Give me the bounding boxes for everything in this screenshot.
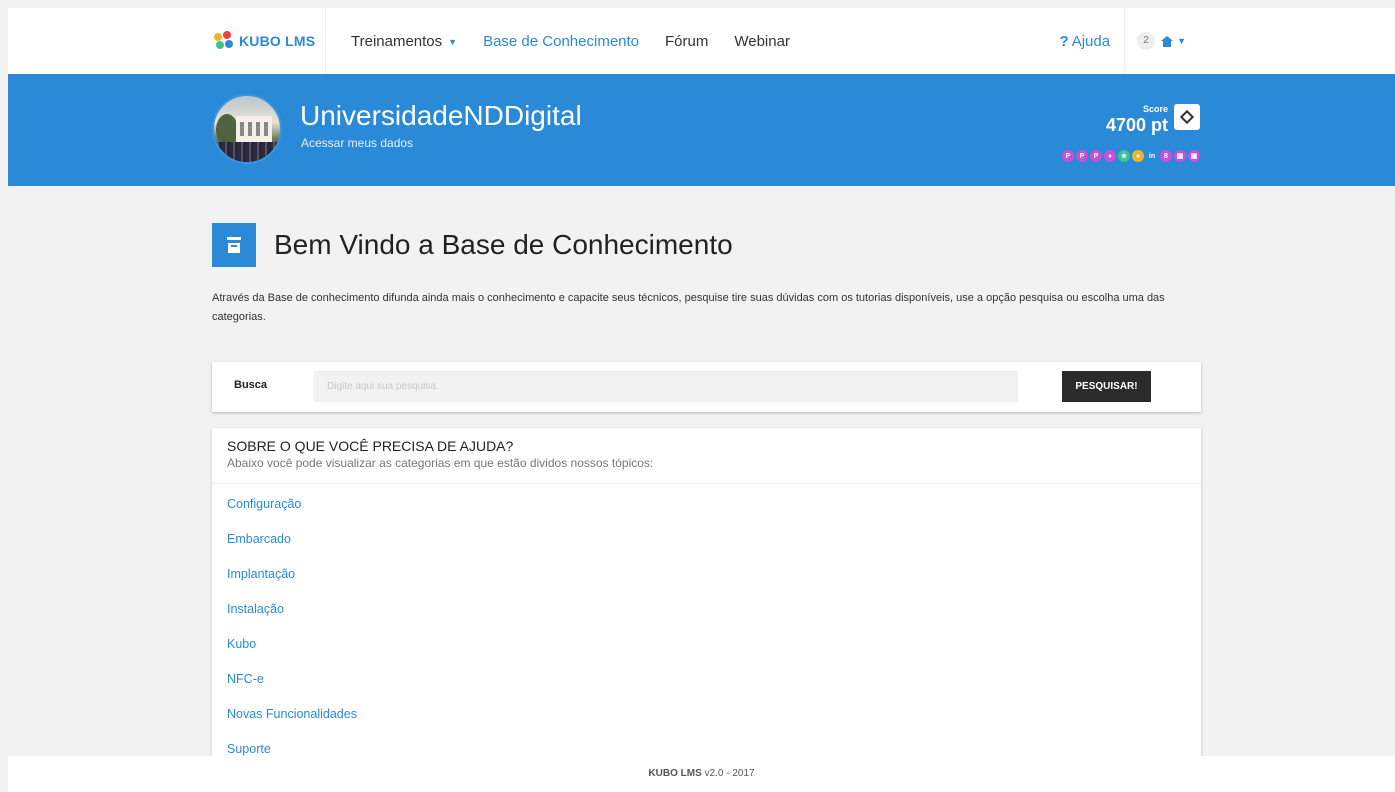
brand-name: KUBO LMS xyxy=(239,33,316,49)
medal-icon[interactable]: P xyxy=(1062,150,1074,162)
navbar-container: KUBO LMS Treinamentos ▼ Base de Conhecime… xyxy=(204,8,1200,74)
category-link[interactable]: Implantação xyxy=(227,562,1186,597)
profile-name: UniversidadeNDDigital xyxy=(300,100,582,131)
page-footer: KUBO LMS v2.0 - 2017 xyxy=(8,756,1395,792)
search-input[interactable] xyxy=(314,371,1018,402)
brand-logo[interactable]: KUBO LMS xyxy=(204,8,326,74)
page-header: Bem Vindo a Base de Conhecimento xyxy=(212,223,733,267)
kubo-logo-icon xyxy=(214,31,234,51)
category-link[interactable]: Configuração xyxy=(227,492,1186,527)
main-nav: Treinamentos ▼ Base de Conhecimento Fórum… xyxy=(351,8,816,74)
diamond-icon[interactable] xyxy=(1174,104,1200,130)
my-data-link[interactable]: Acessar meus dados xyxy=(301,136,413,150)
page-title: Bem Vindo a Base de Conhecimento xyxy=(274,229,733,260)
categories-subtitle: Abaixo você pode visualizar as categoria… xyxy=(227,456,654,470)
medal-icon[interactable]: ♦ xyxy=(1104,150,1116,162)
nav-forum[interactable]: Fórum xyxy=(665,33,708,50)
help-label: Ajuda xyxy=(1071,32,1111,50)
categories-panel: SOBRE O QUE VOCÊ PRECISA DE AJUDA? Abaix… xyxy=(212,428,1201,768)
medal-icon[interactable]: 8 xyxy=(1160,150,1172,162)
nav-base-de-conhecimento[interactable]: Base de Conhecimento xyxy=(483,33,639,50)
page-intro: Através da Base de conhecimento difunda … xyxy=(212,292,1165,323)
chevron-down-icon: ▼ xyxy=(1177,36,1186,46)
medal-icon[interactable]: ● xyxy=(1132,150,1144,162)
category-link[interactable]: Instalação xyxy=(227,597,1186,632)
home-icon xyxy=(1161,35,1174,47)
medal-icon[interactable]: ★ xyxy=(1118,150,1130,162)
medal-icon[interactable]: ▣ xyxy=(1188,150,1200,162)
profile-header: UniversidadeNDDigital Acessar meus dados… xyxy=(8,74,1395,186)
category-link[interactable]: Kubo xyxy=(227,632,1186,667)
top-navbar: KUBO LMS Treinamentos ▼ Base de Conhecime… xyxy=(8,8,1395,74)
search-button[interactable]: PESQUISAR! xyxy=(1062,371,1151,402)
nav-treinamentos[interactable]: Treinamentos ▼ xyxy=(351,33,457,50)
category-list: Configuração Embarcado Implantação Insta… xyxy=(212,484,1201,772)
score-label: Score xyxy=(1142,104,1168,114)
profile-container: UniversidadeNDDigital Acessar meus dados… xyxy=(212,74,1200,186)
question-icon: ? xyxy=(1059,32,1069,50)
archive-box-icon xyxy=(212,223,256,267)
medal-icon[interactable]: P xyxy=(1090,150,1102,162)
medal-icon[interactable]: P xyxy=(1076,150,1088,162)
medal-icon[interactable]: in xyxy=(1146,150,1158,162)
notification-badge[interactable]: 2 xyxy=(1137,32,1156,50)
score-value: 4700 pt xyxy=(1105,115,1168,135)
nav-right: ? Ajuda 2 ▼ xyxy=(1060,8,1200,74)
avatar[interactable] xyxy=(212,94,282,164)
category-link[interactable]: Embarcado xyxy=(227,527,1186,562)
categories-header: SOBRE O QUE VOCÊ PRECISA DE AJUDA? Abaix… xyxy=(212,428,1201,484)
category-link[interactable]: NFC-e xyxy=(227,667,1186,702)
help-link[interactable]: ? Ajuda xyxy=(1060,33,1111,50)
user-menu[interactable]: 2 ▼ xyxy=(1124,8,1200,74)
categories-title: SOBRE O QUE VOCÊ PRECISA DE AJUDA? xyxy=(227,438,514,454)
chevron-down-icon: ▼ xyxy=(448,36,458,47)
medal-icon[interactable]: ▣ xyxy=(1174,150,1186,162)
search-panel: Busca PESQUISAR! xyxy=(212,362,1201,412)
app-frame: KUBO LMS Treinamentos ▼ Base de Conhecime… xyxy=(8,8,1395,792)
nav-webinar[interactable]: Webinar xyxy=(734,33,790,50)
search-label: Busca xyxy=(234,379,268,391)
footer-version: v2.0 - 2017 xyxy=(704,768,755,779)
footer-brand: KUBO LMS xyxy=(648,768,702,779)
score-block: Score 4700 pt P P P ♦ ★ ● in 8 ▣ ▣ xyxy=(1020,104,1200,164)
medal-list: P P P ♦ ★ ● in 8 ▣ ▣ xyxy=(1060,150,1200,162)
nav-treinamentos-label: Treinamentos xyxy=(351,32,443,50)
category-link[interactable]: Novas Funcionalidades xyxy=(227,702,1186,737)
